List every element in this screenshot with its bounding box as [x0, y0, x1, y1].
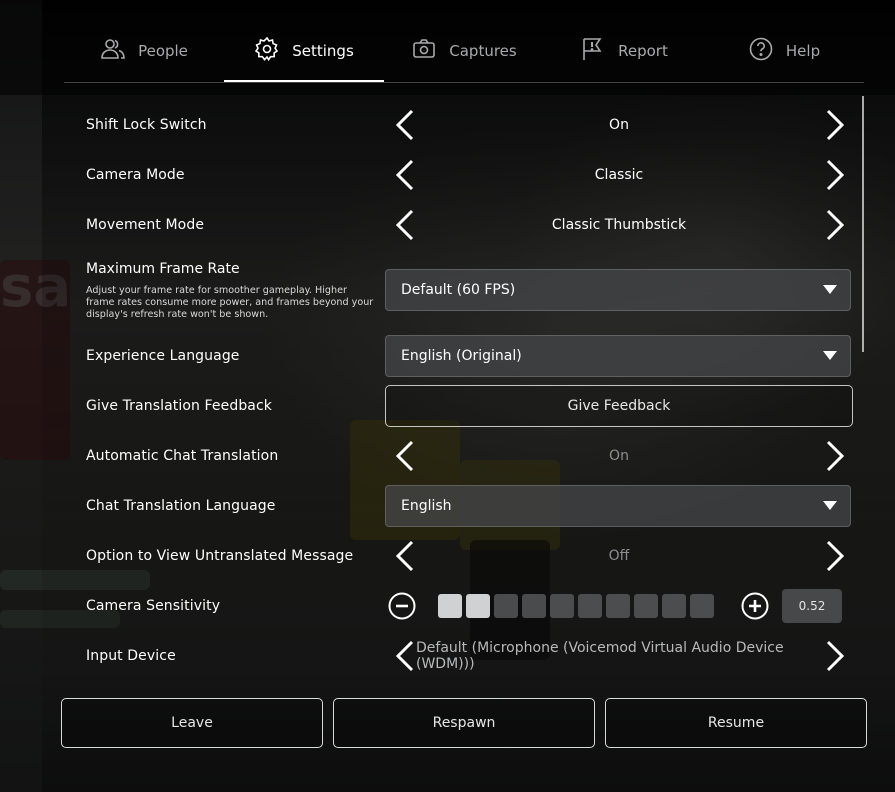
setting-row-input-device: Input Device Default (Microphone (Voicem… [86, 631, 853, 681]
caret-down-icon [823, 285, 837, 294]
setting-value: Off [608, 548, 630, 564]
setting-label: Option to View Untranslated Message [86, 548, 354, 564]
plus-circle-icon[interactable] [741, 592, 769, 620]
tab-report-label: Report [618, 42, 668, 60]
experience-language-dropdown[interactable]: English (Original) [385, 335, 851, 377]
menu-overlay-edge [0, 0, 42, 792]
chevron-right-icon[interactable] [818, 108, 852, 142]
sensitivity-slider[interactable] [438, 594, 714, 618]
tabs-divider [64, 82, 864, 83]
setting-row-shift-lock: Shift Lock Switch On [86, 100, 853, 150]
respawn-button[interactable]: Respawn [333, 698, 595, 748]
setting-description: Adjust your frame rate for smoother game… [86, 285, 374, 320]
slider-segment[interactable] [494, 594, 518, 618]
slider-segment[interactable] [606, 594, 630, 618]
slider-segment[interactable] [578, 594, 602, 618]
dropdown-value: English (Original) [401, 348, 522, 364]
sensitivity-value-box[interactable]: 0.52 [782, 589, 842, 623]
setting-value: Classic [594, 167, 644, 183]
caret-down-icon [823, 501, 837, 510]
setting-row-chat-translation-language: Chat Translation Language English [86, 481, 853, 531]
setting-value: Classic Thumbstick [551, 217, 687, 233]
help-icon [748, 36, 774, 66]
camera-icon [411, 36, 437, 66]
chevron-left-icon[interactable] [388, 539, 422, 573]
setting-row-camera-sensitivity: Camera Sensitivity 0.52 [86, 581, 853, 631]
tab-help-label: Help [785, 42, 821, 60]
setting-label: Automatic Chat Translation [86, 448, 279, 464]
chevron-left-icon[interactable] [388, 208, 422, 242]
chevron-right-icon[interactable] [818, 158, 852, 192]
setting-row-movement-mode: Movement Mode Classic Thumbstick [86, 200, 853, 250]
gear-icon [254, 36, 280, 66]
slider-segment[interactable] [634, 594, 658, 618]
setting-label: Camera Sensitivity [86, 598, 221, 614]
setting-label: Shift Lock Switch [86, 117, 207, 133]
chevron-left-icon[interactable] [388, 439, 422, 473]
tab-people[interactable]: People [64, 20, 224, 82]
setting-value: Default (Microphone (Voicemod Virtual Au… [416, 640, 784, 672]
slider-segment[interactable] [550, 594, 574, 618]
setting-row-experience-language: Experience Language English (Original) [86, 331, 853, 381]
tab-people-label: People [138, 42, 188, 60]
caret-down-icon [823, 351, 837, 360]
dropdown-value: English [401, 498, 452, 514]
tab-captures-label: Captures [449, 42, 517, 60]
setting-label: Camera Mode [86, 167, 185, 183]
setting-row-max-frame-rate: Maximum Frame Rate Adjust your frame rat… [86, 255, 853, 325]
chat-language-dropdown[interactable]: English [385, 485, 851, 527]
setting-row-untranslated-message: Option to View Untranslated Message Off [86, 531, 853, 581]
dropdown-value: Default (60 FPS) [401, 282, 516, 298]
setting-label: Give Translation Feedback [86, 398, 272, 414]
setting-label: Movement Mode [86, 217, 205, 233]
slider-segment[interactable] [522, 594, 546, 618]
give-feedback-button[interactable]: Give Feedback [385, 385, 853, 427]
tab-settings-label: Settings [292, 42, 354, 60]
resume-button[interactable]: Resume [605, 698, 867, 748]
setting-row-auto-chat-translation: Automatic Chat Translation On [86, 431, 853, 481]
leave-button[interactable]: Leave [61, 698, 323, 748]
tab-help[interactable]: Help [704, 20, 864, 82]
slider-segment[interactable] [690, 594, 714, 618]
tab-settings[interactable]: Settings [224, 20, 384, 82]
setting-label: Experience Language [86, 348, 240, 364]
setting-value: On [609, 117, 629, 133]
setting-label: Chat Translation Language [86, 498, 276, 514]
chevron-right-icon[interactable] [818, 439, 852, 473]
people-icon [100, 36, 126, 66]
menu-tabs: People Settings Captures Report Help [64, 20, 864, 82]
slider-segment[interactable] [466, 594, 490, 618]
setting-row-camera-mode: Camera Mode Classic [86, 150, 853, 200]
report-flag-icon [580, 36, 606, 66]
chevron-left-icon[interactable] [388, 158, 422, 192]
setting-label: Input Device [86, 648, 176, 664]
minus-circle-icon[interactable] [388, 592, 416, 620]
tab-captures[interactable]: Captures [384, 20, 544, 82]
slider-segment[interactable] [662, 594, 686, 618]
setting-row-translation-feedback: Give Translation Feedback Give Feedback [86, 381, 853, 431]
tab-report[interactable]: Report [544, 20, 704, 82]
setting-label: Maximum Frame Rate [86, 261, 240, 277]
chevron-right-icon[interactable] [818, 208, 852, 242]
chevron-right-icon[interactable] [818, 539, 852, 573]
chevron-left-icon[interactable] [388, 108, 422, 142]
setting-value: On [609, 448, 629, 464]
frame-rate-dropdown[interactable]: Default (60 FPS) [385, 269, 851, 311]
settings-scrollbar[interactable] [862, 96, 864, 352]
slider-segment[interactable] [438, 594, 462, 618]
chevron-right-icon[interactable] [818, 639, 852, 673]
